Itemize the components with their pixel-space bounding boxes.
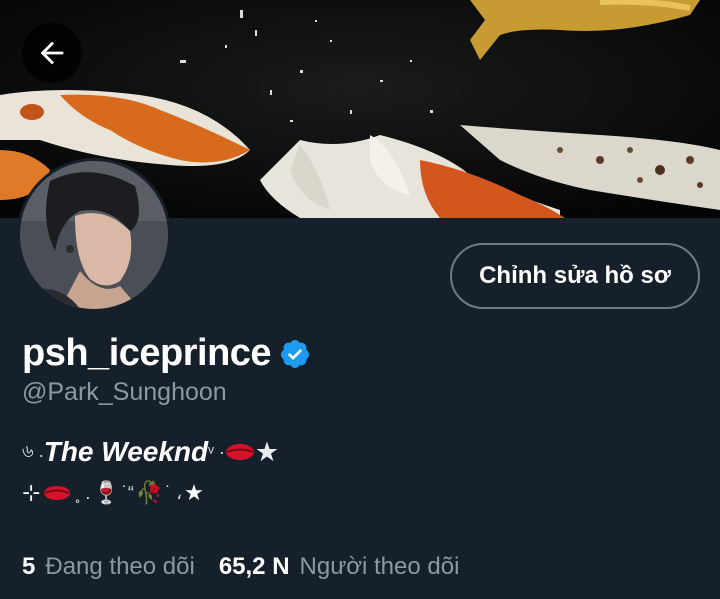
avatar-photo (20, 161, 168, 309)
edit-profile-button[interactable]: Chỉnh sửa hồ sơ (450, 243, 700, 309)
wine-glass-icon: 🍷 (92, 480, 120, 505)
display-name: psh_iceprince (22, 332, 272, 374)
name-row: psh_iceprince (22, 332, 311, 375)
lips-emoji-icon (225, 444, 254, 460)
following-count: 5 (22, 553, 36, 580)
bio-star-2: ★ (184, 480, 204, 505)
bio-main-text: The Weeknd (43, 436, 209, 467)
following-link[interactable]: 5 Đang theo dõi (22, 553, 195, 581)
bio-line-2: ⊹ ˳ . 🍷 ˙“ 🥀 ˙ ، ★ (22, 480, 204, 506)
avatar[interactable] (17, 158, 171, 312)
bio-line-1: ৬ . The Weeknd ᵛ · ★ (22, 436, 279, 468)
follow-stats: 5 Đang theo dõi 65,2 N Người theo dõi (22, 553, 459, 581)
username-handle: @Park_Sunghoon (22, 378, 227, 406)
arrow-left-icon (40, 41, 64, 65)
bio-dots-2: ˙“ (121, 482, 134, 503)
wilted-rose-icon: 🥀 (135, 480, 164, 505)
bio-dots-1: ˳ . (74, 482, 91, 503)
bio-sparkle: ⊹ (22, 480, 41, 505)
lips-emoji-icon (44, 486, 71, 500)
followers-label: Người theo dõi (299, 553, 460, 580)
verified-badge-icon[interactable] (279, 338, 311, 370)
following-label: Đang theo dõi (45, 553, 195, 580)
followers-count: 65,2 N (218, 553, 290, 580)
bio-prefix: ৬ . (22, 440, 44, 461)
bio-dots-3: ˙ ، (165, 482, 183, 503)
followers-link[interactable]: 65,2 N Người theo dõi (219, 553, 460, 581)
bio-suffix: ᵛ · (208, 441, 225, 462)
bio-star: ★ (254, 436, 280, 467)
back-button[interactable] (22, 23, 82, 83)
